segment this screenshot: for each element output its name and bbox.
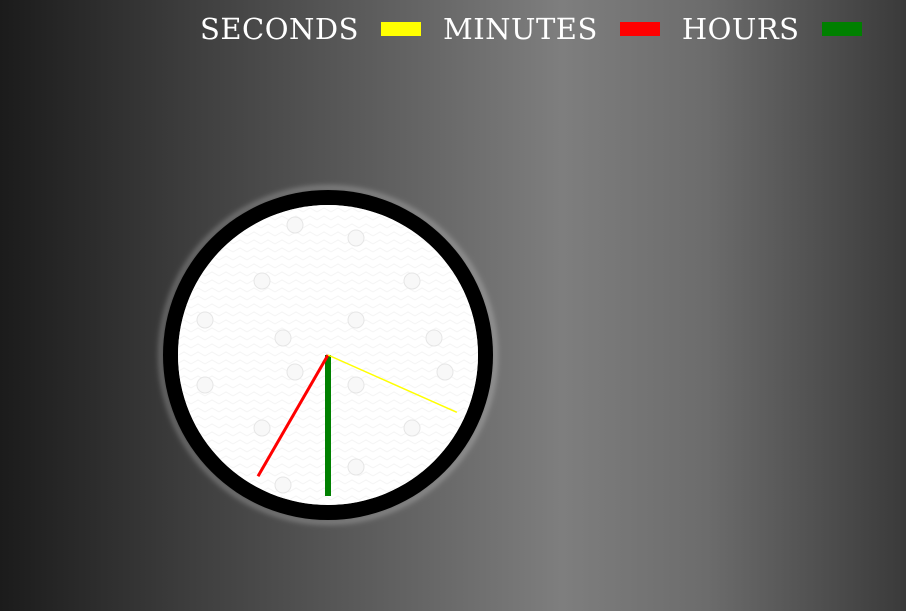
clock-svg: [159, 186, 497, 524]
legend-swatch-minutes: [619, 22, 660, 36]
legend: SECONDS MINUTES HOURS: [200, 12, 884, 46]
clock: [159, 186, 497, 524]
clock-dot: [286, 216, 304, 234]
legend-label-minutes: MINUTES: [443, 12, 598, 46]
legend-label-hours: HOURS: [681, 12, 800, 46]
clock-dot: [196, 311, 214, 329]
clock-dot: [347, 458, 365, 476]
clock-dot: [274, 329, 292, 347]
clock-dot: [425, 329, 443, 347]
clock-dot: [196, 376, 214, 394]
clock-dot: [253, 272, 271, 290]
clock-dot: [403, 419, 421, 437]
legend-swatch-hours: [821, 22, 862, 36]
clock-dot: [347, 229, 365, 247]
clock-dot: [403, 272, 421, 290]
clock-dot: [286, 363, 304, 381]
clock-dot: [347, 376, 365, 394]
clock-dot: [436, 363, 454, 381]
clock-dot: [347, 311, 365, 329]
clock-dot: [253, 419, 271, 437]
clock-dot: [274, 476, 292, 494]
legend-label-seconds: SECONDS: [200, 12, 359, 46]
legend-swatch-seconds: [381, 22, 421, 36]
